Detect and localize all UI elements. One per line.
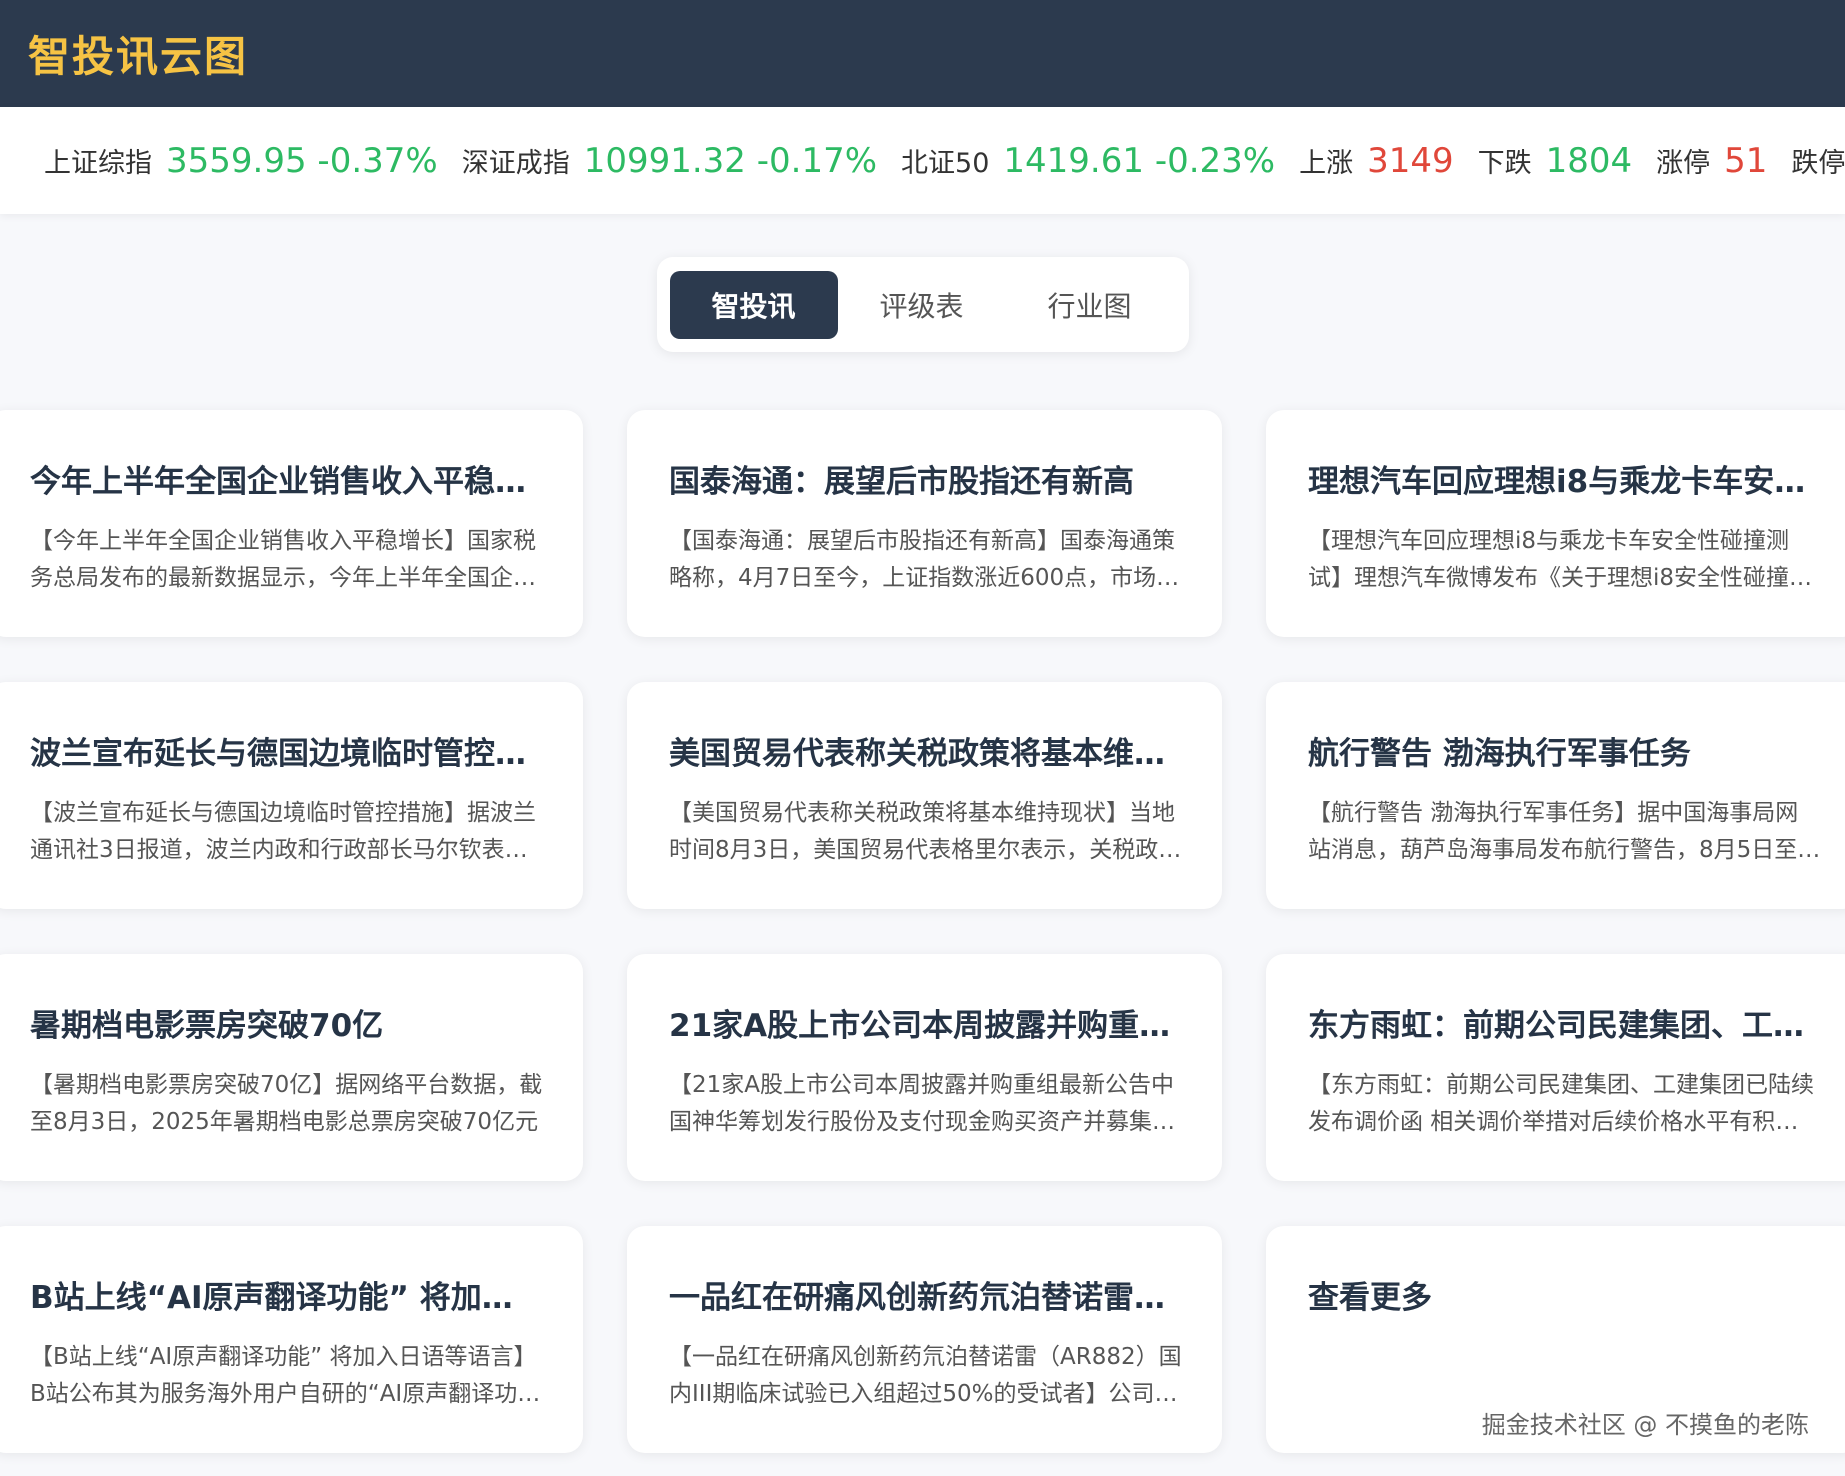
ticker-index-value: 1419.61 -0.23% — [1003, 140, 1276, 181]
news-card-summary: 【国泰海通：展望后市股指还有新高】国泰海通策略称，4月7日至今，上证指数涨近60… — [669, 528, 1180, 591]
ticker-index-value: 10991.32 -0.17% — [583, 140, 878, 181]
ticker-index-value: 3559.95 -0.37% — [166, 140, 438, 181]
news-card[interactable]: 今年上半年全国企业销售收入平稳增长 【今年上半年全国企业销售收入平稳增长】国家税… — [0, 410, 583, 637]
news-card-title: 暑期档电影票房突破70亿 — [30, 1008, 384, 1044]
news-card[interactable]: 国泰海通：展望后市股指还有新高 【国泰海通：展望后市股指还有新高】国泰海通策略称… — [627, 410, 1222, 637]
news-card-title: 美国贸易代表称关税政策将基本维持现状 — [669, 736, 1182, 772]
ticker-stat-up: 上涨 3149 — [1299, 141, 1454, 181]
ticker-index-name: 深证成指 — [461, 147, 570, 179]
news-card-title: 航行警告 渤海执行军事任务 — [1308, 736, 1691, 772]
news-card-grid: 今年上半年全国企业销售收入平稳增长 【今年上半年全国企业销售收入平稳增长】国家税… — [0, 410, 1845, 1453]
news-card[interactable]: 美国贸易代表称关税政策将基本维持现状 【美国贸易代表称关税政策将基本维持现状】当… — [627, 682, 1222, 909]
market-ticker-bar: 上证综指 3559.95 -0.37% 深证成指 10991.32 -0.17%… — [0, 107, 1845, 214]
ticker-index-name: 上证综指 — [44, 147, 152, 179]
news-card-title: 21家A股上市公司本周披露并购重组最新公告 — [669, 1008, 1182, 1044]
ticker-index-name: 北证50 — [901, 147, 990, 179]
news-card-title: 今年上半年全国企业销售收入平稳增长 — [30, 464, 543, 500]
news-card-title: 理想汽车回应理想i8与乘龙卡车安全性碰撞测试 — [1308, 464, 1821, 500]
news-card[interactable]: B站上线“AI原声翻译功能” 将加入日语等语言 【B站上线“AI原声翻译功能” … — [0, 1226, 583, 1453]
news-card-summary: 【美国贸易代表称关税政策将基本维持现状】当地时间8月3日，美国贸易代表格里尔表示… — [669, 800, 1182, 863]
news-card[interactable]: 波兰宣布延长与德国边境临时管控措施 【波兰宣布延长与德国边境临时管控措施】据波兰… — [0, 682, 583, 909]
ticker-stat-value: 1804 — [1545, 140, 1633, 181]
ticker-stat-name: 下跌 — [1477, 147, 1532, 179]
news-card-title: 波兰宣布延长与德国边境临时管控措施 — [30, 736, 543, 772]
news-card[interactable]: 一品红在研痛风创新药氘泊替诺雷（AR882）国内III期临床 【一品红在研痛风创… — [627, 1226, 1222, 1453]
news-card-title: B站上线“AI原声翻译功能” 将加入日语等语言 — [30, 1280, 543, 1316]
ticker-stat-value: 51 — [1724, 140, 1768, 181]
app-header: 智投讯云图 — [0, 0, 1845, 107]
ticker-index-sh: 上证综指 3559.95 -0.37% — [44, 141, 438, 181]
tab-zhitouxun[interactable]: 智投讯 — [669, 270, 838, 339]
ticker-stat-name: 跌停 — [1791, 147, 1845, 179]
ticker-stat-value: 3149 — [1367, 140, 1454, 181]
tab-industry-map[interactable]: 行业图 — [1006, 271, 1174, 339]
news-card[interactable]: 21家A股上市公司本周披露并购重组最新公告 【21家A股上市公司本周披露并购重组… — [627, 954, 1222, 1181]
tab-bar-wrapper: 智投讯 评级表 行业图 — [0, 257, 1845, 352]
news-card-title: 一品红在研痛风创新药氘泊替诺雷（AR882）国内III期临床 — [669, 1280, 1182, 1316]
tab-bar: 智投讯 评级表 行业图 — [656, 257, 1189, 352]
app-logo-title: 智投讯云图 — [28, 32, 249, 81]
news-card-summary: 【理想汽车回应理想i8与乘龙卡车安全性碰撞测试】理想汽车微博发布《关于理想i8安… — [1308, 528, 1813, 591]
news-card-summary: 【21家A股上市公司本周披露并购重组最新公告中国神华筹划发行股份及支付现金购买资… — [669, 1072, 1175, 1135]
news-card-summary: 【东方雨虹：前期公司民建集团、工建集团已陆续发布调价函 相关调价举措对后续价格水… — [1308, 1072, 1814, 1135]
news-card[interactable]: 东方雨虹：前期公司民建集团、工建集团已陆续发布调价函 【东方雨虹：前期公司民建集… — [1266, 954, 1845, 1181]
view-more-label: 查看更多 — [1308, 1280, 1432, 1316]
news-card-summary: 【波兰宣布延长与德国边境临时管控措施】据波兰通讯社3日报道，波兰内政和行政部长马… — [30, 800, 536, 863]
watermark: 掘金技术社区 @ 不摸鱼的老陈 — [1481, 1411, 1809, 1439]
news-card-summary: 【暑期档电影票房突破70亿】据网络平台数据，截至8月3日，2025年暑期档电影总… — [30, 1072, 543, 1135]
ticker-stat-limit-down: 跌停 9 — [1791, 141, 1845, 181]
ticker-stat-name: 涨停 — [1656, 147, 1711, 179]
news-card-title: 东方雨虹：前期公司民建集团、工建集团已陆续发布调价函 — [1308, 1008, 1821, 1044]
news-card[interactable]: 理想汽车回应理想i8与乘龙卡车安全性碰撞测试 【理想汽车回应理想i8与乘龙卡车安… — [1266, 410, 1845, 637]
ticker-stat-limit-up: 涨停 51 — [1656, 141, 1767, 181]
ticker-index-bz50: 北证50 1419.61 -0.23% — [901, 141, 1275, 181]
news-card-summary: 【航行警告 渤海执行军事任务】据中国海事局网站消息，葫芦岛海事局发布航行警告，8… — [1308, 800, 1812, 863]
news-card-summary: 【一品红在研痛风创新药氘泊替诺雷（AR882）国内III期临床试验已入组超过50… — [669, 1344, 1182, 1407]
ticker-index-sz: 深证成指 10991.32 -0.17% — [462, 141, 877, 181]
news-card-summary: 【今年上半年全国企业销售收入平稳增长】国家税务总局发布的最新数据显示，今年上半年… — [30, 528, 536, 591]
news-card-title: 国泰海通：展望后市股指还有新高 — [669, 464, 1134, 500]
ticker-stat-name: 上涨 — [1299, 147, 1354, 179]
news-card[interactable]: 暑期档电影票房突破70亿 【暑期档电影票房突破70亿】据网络平台数据，截至8月3… — [0, 954, 583, 1181]
ticker-stat-down: 下跌 1804 — [1478, 141, 1633, 181]
tab-rating-table[interactable]: 评级表 — [838, 271, 1006, 339]
news-card[interactable]: 航行警告 渤海执行军事任务 【航行警告 渤海执行军事任务】据中国海事局网站消息，… — [1266, 682, 1845, 909]
news-card-summary: 【B站上线“AI原声翻译功能” 将加入日语等语言】B站公布其为服务海外用户自研的… — [30, 1344, 537, 1407]
